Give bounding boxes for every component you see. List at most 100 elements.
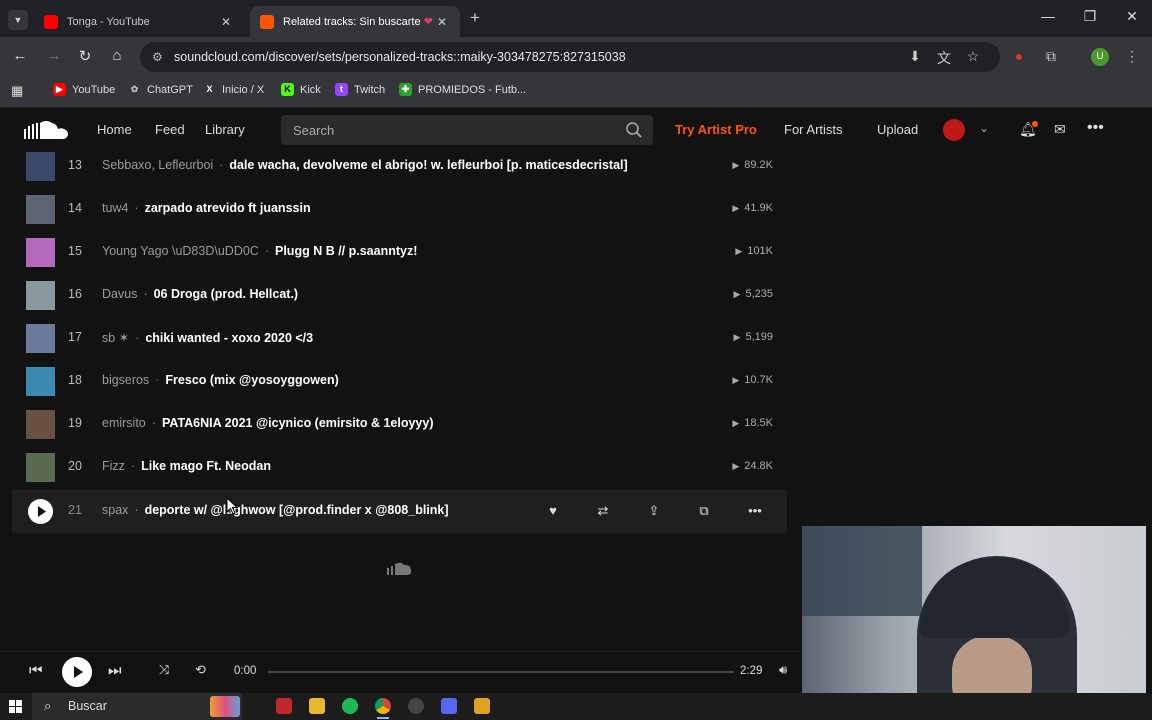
nav-library[interactable]: Library <box>205 122 245 137</box>
track-title[interactable]: Fresco (mix @yosoyggowen) <box>165 373 338 387</box>
profile-avatar[interactable]: U <box>1091 48 1109 66</box>
track-title[interactable]: Like mago Ft. Neodan <box>141 459 271 473</box>
minimize-icon[interactable]: — <box>1028 8 1068 24</box>
track-row[interactable]: 18 bigseros · Fresco (mix @yosoyggowen) ▶ 1… <box>12 360 787 403</box>
webcam-shelf <box>802 526 922 616</box>
previous-track-icon[interactable]: ⏮ <box>29 662 43 679</box>
bookmark-chatgpt[interactable]: ✿ ChatGPT <box>128 83 193 96</box>
track-title[interactable]: zarpado atrevido ft juanssin <box>145 201 311 215</box>
discord-icon[interactable] <box>441 698 457 714</box>
track-row[interactable]: 20 Fizz · Like mago Ft. Neodan ▶ 24.8K <box>12 446 787 489</box>
track-row[interactable]: 16 Davus · 06 Droga (prod. Hellcat.) ▶ 5,23… <box>12 274 787 317</box>
chevron-down-icon[interactable]: ⌄ <box>979 121 989 135</box>
extensions-icon[interactable]: ⧉ <box>1041 48 1061 65</box>
spotify-icon[interactable] <box>342 698 358 714</box>
site-info-icon[interactable]: ⚙ <box>152 42 163 72</box>
copy-link-icon[interactable]: ⧉ <box>694 503 714 519</box>
active-app-indicator <box>377 717 389 719</box>
search-input[interactable]: Search <box>281 115 653 145</box>
track-artist[interactable]: sb ✶ <box>102 331 129 345</box>
nav-feed[interactable]: Feed <box>155 122 185 137</box>
search-icon[interactable] <box>625 121 643 139</box>
next-track-icon[interactable]: ⏭ <box>108 662 122 679</box>
forward-icon[interactable]: → <box>43 47 65 64</box>
track-artist[interactable]: Young Yago \uD83D\uDD0C <box>102 244 259 258</box>
install-icon[interactable]: ⬇ <box>905 48 925 65</box>
close-tab-icon[interactable]: ✕ <box>218 15 234 29</box>
tab-title: Tonga - YouTube <box>67 15 150 28</box>
bookmark-star-icon[interactable]: ☆ <box>963 48 983 65</box>
separator: · <box>134 503 139 517</box>
play-button[interactable] <box>62 657 92 687</box>
messages-icon[interactable]: ✉ <box>1054 121 1066 138</box>
track-artist[interactable]: emirsito <box>102 416 146 430</box>
file-explorer-icon[interactable] <box>309 698 325 714</box>
shuffle-icon[interactable]: ⤨ <box>159 662 169 678</box>
more-options-icon[interactable]: ••• <box>745 503 765 518</box>
for-artists-link[interactable]: For Artists <box>784 122 843 137</box>
bookmark-kick[interactable]: K Kick <box>281 83 321 96</box>
track-title[interactable]: Plugg N B // p.saanntyz! <box>275 244 417 258</box>
track-artist[interactable]: bigseros <box>102 373 149 387</box>
tab-youtube[interactable]: Tonga - YouTube ✕ <box>34 6 244 37</box>
repeat-icon[interactable]: ⟲ <box>195 662 206 678</box>
browser-menu-icon[interactable]: ⋮ <box>1122 48 1142 65</box>
share-icon[interactable]: ⇪ <box>644 503 664 519</box>
bookmark-youtube[interactable]: ▶ YouTube <box>53 83 115 96</box>
track-title[interactable]: PATA6NIA 2021 @icynico (emirsito & 1eloy… <box>162 416 434 430</box>
repost-icon[interactable]: ⇄ <box>593 503 613 519</box>
separator: · <box>143 287 148 301</box>
track-artist[interactable]: Davus <box>102 287 137 301</box>
track-row[interactable]: 15 Young Yago \uD83D\uDD0C · Plugg N B // … <box>12 231 787 274</box>
taskbar-search[interactable]: ⌕ Buscar <box>32 693 242 720</box>
soundcloud-logo-icon[interactable] <box>24 119 70 141</box>
restore-icon[interactable]: ❐ <box>1070 8 1110 25</box>
track-row[interactable]: 17 sb ✶ · chiki wanted - xoxo 2020 </3 ▶ 5,… <box>12 317 787 360</box>
track-artist[interactable]: Sebbaxo, Lefleurboi <box>102 158 213 172</box>
chrome-icon[interactable] <box>375 698 391 714</box>
track-title[interactable]: chiki wanted - xoxo 2020 </3 <box>145 331 313 345</box>
translate-icon[interactable]: 文 <box>934 48 954 68</box>
track-number: 20 <box>68 459 82 473</box>
taskbar-app-icon[interactable] <box>474 698 490 714</box>
taskbar-app-icon[interactable] <box>276 698 292 714</box>
track-row-hovered[interactable]: 21 spax · deporte w/ @laghwow [@prod.finde… <box>12 490 787 533</box>
url-field[interactable]: ⚙ soundcloud.com/discover/sets/personali… <box>140 42 1000 72</box>
close-window-icon[interactable]: ✕ <box>1112 8 1152 25</box>
like-heart-icon[interactable]: ♥ <box>543 503 563 518</box>
try-artist-pro-link[interactable]: Try Artist Pro <box>675 122 757 137</box>
home-icon[interactable]: ⌂ <box>106 47 128 64</box>
user-avatar[interactable] <box>943 119 965 141</box>
obs-icon[interactable] <box>408 698 424 714</box>
track-title[interactable]: deporte w/ @laghwow [@prod.finder x @808… <box>145 503 449 517</box>
track-title[interactable]: 06 Droga (prod. Hellcat.) <box>154 287 298 301</box>
close-tab-icon[interactable]: ✕ <box>434 15 450 29</box>
more-menu-icon[interactable]: ••• <box>1087 119 1104 137</box>
bookmark-label: Twitch <box>354 83 386 96</box>
track-artist[interactable]: Fizz <box>102 459 125 473</box>
track-artist[interactable]: tuw4 <box>102 201 128 215</box>
windows-start-icon[interactable] <box>9 700 22 713</box>
extension-badge-icon[interactable]: ● <box>1009 48 1029 64</box>
track-row[interactable]: 13 Sebbaxo, Lefleurboi · dale wacha, devol… <box>12 145 787 188</box>
play-count-value: 24.8K <box>744 460 773 472</box>
nav-home[interactable]: Home <box>97 122 132 137</box>
reload-icon[interactable]: ↻ <box>74 47 96 65</box>
new-tab-button[interactable]: + <box>470 8 480 28</box>
track-play-button[interactable] <box>28 499 53 524</box>
apps-icon[interactable]: ▦ <box>11 83 23 99</box>
upload-link[interactable]: Upload <box>877 122 918 137</box>
track-row[interactable]: 19 emirsito · PATA6NIA 2021 @icynico (emir… <box>12 403 787 446</box>
track-title[interactable]: dale wacha, devolveme el abrigo! w. lefl… <box>229 158 627 172</box>
chatgpt-icon: ✿ <box>130 84 139 94</box>
back-icon[interactable]: ← <box>9 47 31 64</box>
tab-soundcloud[interactable]: Related tracks: Sin buscarte ❤ ✕ <box>250 6 460 37</box>
bookmark-x[interactable]: X Inicio / X <box>203 83 264 96</box>
bookmark-promiedos[interactable]: ✚ PROMIEDOS - Futb... <box>399 83 526 96</box>
track-artist[interactable]: spax <box>102 503 128 517</box>
bookmark-twitch[interactable]: t Twitch <box>335 83 385 96</box>
progress-bar[interactable] <box>268 671 734 673</box>
track-row[interactable]: 14 tuw4 · zarpado atrevido ft juanssin ▶ 41… <box>12 188 787 231</box>
volume-icon[interactable]: 🔊︎ <box>779 662 787 678</box>
tab-search-icon[interactable]: ▼ <box>8 10 28 30</box>
